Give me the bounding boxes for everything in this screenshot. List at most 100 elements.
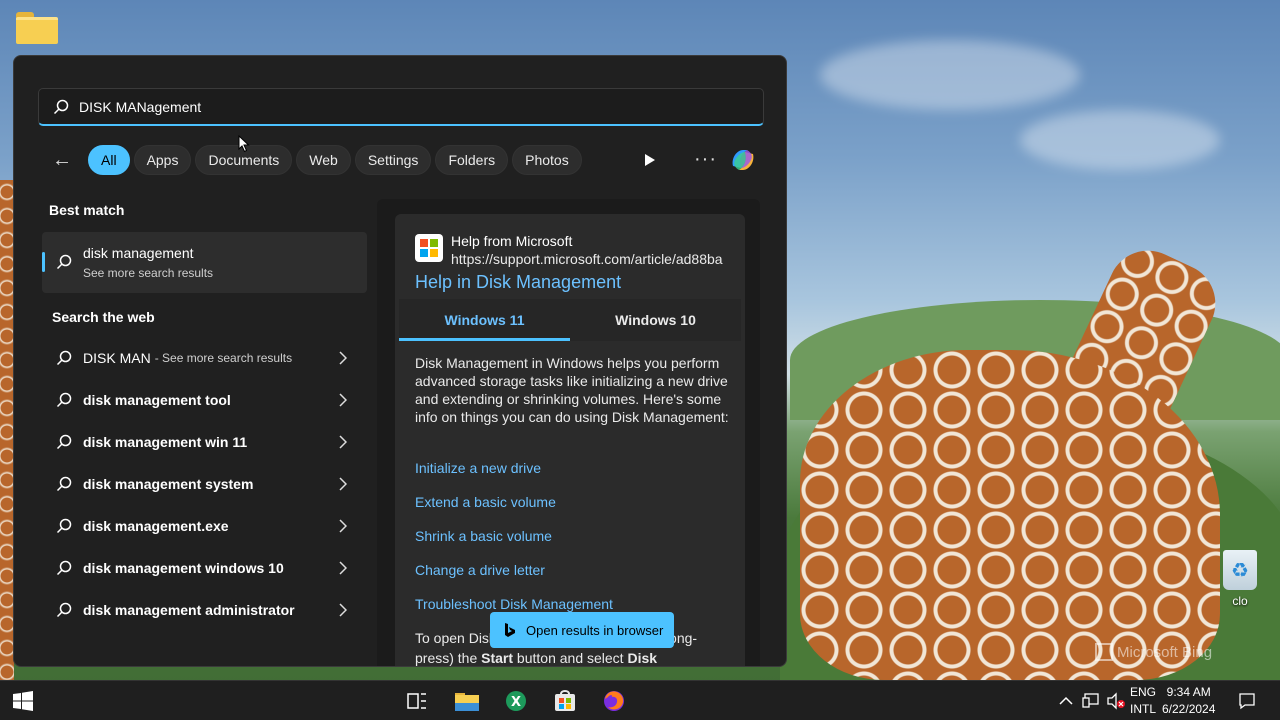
instr-bold-start: Start	[481, 650, 514, 666]
web-result-item[interactable]: disk management.exe	[42, 506, 367, 546]
search-icon	[56, 518, 72, 534]
search-icon	[56, 602, 72, 618]
chevron-right-icon	[339, 351, 347, 365]
play-icon[interactable]	[642, 150, 658, 170]
tab-windows-10[interactable]: Windows 10	[570, 299, 741, 341]
recycle-bin-label: clo	[1232, 594, 1248, 608]
lang-layout: INTL	[1130, 702, 1157, 716]
preview-url[interactable]: https://support.microsoft.com/article/ad…	[451, 251, 727, 267]
preview-source: Help from Microsoft	[451, 233, 573, 249]
open-results-in-browser-button[interactable]: Open results in browser	[490, 612, 674, 648]
open-browser-label: Open results in browser	[526, 622, 664, 638]
more-options-icon[interactable]: ···	[694, 148, 717, 171]
preview-description: Disk Management in Windows helps you per…	[415, 355, 729, 425]
search-flyout: ← All Apps Documents Web Settings Folder…	[13, 55, 787, 667]
bing-watermark-logo-icon	[1095, 643, 1113, 661]
chevron-right-icon	[339, 477, 347, 491]
best-match-item[interactable]: disk management See more search results	[42, 232, 367, 293]
volume-muted-icon[interactable]	[1106, 692, 1126, 710]
filter-photos[interactable]: Photos	[512, 145, 582, 175]
search-icon	[56, 560, 72, 576]
microsoft-store-icon[interactable]	[553, 689, 577, 713]
mouse-cursor-icon	[238, 135, 250, 153]
filter-folders[interactable]: Folders	[435, 145, 509, 175]
lang-code: ENG	[1130, 685, 1157, 699]
chevron-right-icon	[339, 603, 347, 617]
copilot-icon[interactable]	[727, 144, 759, 176]
search-icon	[53, 99, 69, 114]
clock-time: 9:34 AM	[1166, 685, 1211, 699]
web-result-text: disk management windows 10	[83, 560, 284, 576]
network-icon[interactable]	[1082, 692, 1100, 710]
web-result-sub: - See more search results	[154, 351, 293, 365]
web-result-text: disk management tool	[83, 392, 231, 408]
link-initialize-drive[interactable]: Initialize a new drive	[415, 460, 541, 476]
web-result-item[interactable]: disk management administrator	[42, 590, 367, 630]
web-result-text: disk management.exe	[83, 518, 229, 534]
search-icon	[56, 434, 72, 450]
link-shrink-volume[interactable]: Shrink a basic volume	[415, 528, 552, 544]
link-change-drive-letter[interactable]: Change a drive letter	[415, 562, 545, 578]
tab-windows-11[interactable]: Windows 11	[399, 299, 570, 341]
filter-web[interactable]: Web	[296, 145, 351, 175]
recycle-bin[interactable]: ♻ clo	[1220, 550, 1260, 608]
notifications-icon[interactable]	[1238, 692, 1256, 710]
selection-indicator	[42, 252, 45, 272]
web-result-text: disk management win 11	[83, 434, 248, 450]
clock-date: 6/22/2024	[1162, 702, 1216, 716]
preview-title[interactable]: Help in Disk Management	[415, 272, 621, 293]
instr-line2b: button and select	[513, 650, 628, 666]
cloud	[1020, 110, 1220, 170]
filter-settings[interactable]: Settings	[354, 145, 432, 175]
file-explorer-icon[interactable]	[454, 689, 480, 713]
filter-apps[interactable]: Apps	[133, 145, 192, 175]
back-arrow-icon[interactable]: ←	[48, 146, 76, 174]
search-input[interactable]	[79, 98, 679, 115]
best-match-heading: Best match	[49, 202, 125, 218]
chevron-right-icon	[339, 435, 347, 449]
instr-line2a: press) the	[415, 650, 482, 666]
giraffe	[800, 350, 1220, 680]
filter-all[interactable]: All	[88, 145, 130, 175]
bing-watermark: Microsoft Bing	[1095, 643, 1212, 661]
instr-start: To open Disk	[415, 630, 496, 646]
filter-bar: ← All Apps Documents Web Settings Folder…	[48, 144, 582, 176]
watermark-text: Microsoft Bing	[1117, 643, 1213, 661]
web-result-item[interactable]: disk management system	[42, 464, 367, 504]
svg-text:X: X	[511, 695, 521, 710]
web-result-item[interactable]: disk management tool	[42, 380, 367, 420]
chevron-up-icon[interactable]	[1059, 694, 1073, 708]
chevron-right-icon	[339, 561, 347, 575]
excel-app-icon[interactable]: X	[504, 689, 528, 713]
search-icon	[56, 476, 72, 492]
desktop-folder-icon[interactable]	[16, 12, 58, 44]
chevron-right-icon	[339, 393, 347, 407]
windows-start-icon[interactable]	[13, 691, 33, 711]
language-indicator[interactable]: ENG INTL	[1130, 684, 1156, 718]
web-result-item[interactable]: DISK MAN - See more search results	[42, 338, 367, 378]
web-result-text: DISK MAN	[83, 350, 151, 366]
preview-card: Help from Microsoft https://support.micr…	[395, 214, 745, 666]
web-result-item[interactable]: disk management win 11	[42, 422, 367, 462]
best-match-title: disk management	[83, 245, 194, 261]
search-web-heading: Search the web	[52, 309, 155, 325]
link-troubleshoot[interactable]: Troubleshoot Disk Management	[415, 596, 613, 612]
giraffe-edge	[0, 180, 14, 680]
recycle-bin-icon: ♻	[1223, 550, 1257, 590]
web-result-text: disk management system	[83, 476, 254, 492]
link-extend-volume[interactable]: Extend a basic volume	[415, 494, 556, 510]
search-icon	[56, 254, 72, 270]
clock[interactable]: 9:34 AM 6/22/2024	[1162, 684, 1215, 718]
search-box[interactable]	[38, 88, 764, 126]
cloud	[820, 40, 1080, 110]
microsoft-logo-icon	[415, 234, 443, 262]
chevron-right-icon	[339, 519, 347, 533]
web-result-item[interactable]: disk management windows 10	[42, 548, 367, 588]
instr-bold-disk: Disk	[627, 650, 658, 666]
task-view-icon[interactable]	[405, 689, 429, 713]
firefox-icon[interactable]	[602, 689, 626, 713]
taskbar: X ENG INTL 9:34 AM 6/22/2024	[0, 680, 1280, 720]
folder-icon	[16, 12, 58, 44]
search-icon	[56, 350, 72, 366]
web-result-text: disk management administrator	[83, 602, 295, 618]
